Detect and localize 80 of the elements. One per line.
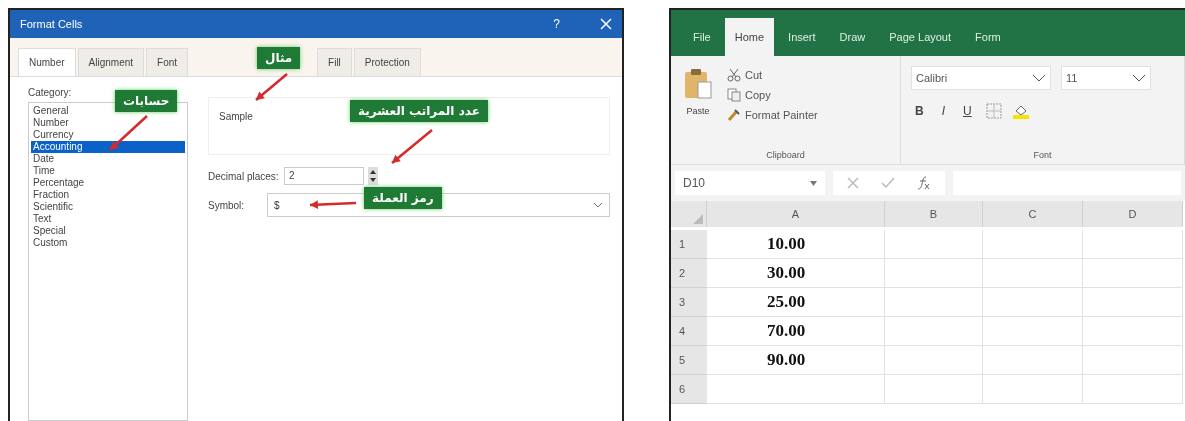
row-header[interactable]: 4 — [671, 317, 707, 346]
ribbon-tab[interactable]: Page Layout — [879, 18, 962, 56]
row-header[interactable]: 1 — [671, 230, 707, 259]
category-item[interactable]: Number — [31, 117, 185, 129]
ribbon-tab[interactable]: Draw — [829, 18, 876, 56]
annotation-arrow — [309, 200, 357, 209]
symbol-label: Symbol: — [208, 199, 246, 211]
column-header[interactable]: A — [707, 201, 885, 227]
italic-button[interactable]: I — [937, 102, 949, 120]
close-icon[interactable] — [600, 18, 612, 30]
caret-icon — [810, 180, 817, 186]
spinner-icon[interactable] — [368, 167, 378, 185]
caret-icon — [1132, 74, 1146, 82]
dialog-tab[interactable]: Alignment — [77, 48, 145, 76]
callout-label: مثال — [257, 47, 301, 69]
table-cell: 25.00 — [707, 288, 885, 317]
font-size-dropdown[interactable]: 11 — [1061, 66, 1151, 90]
callout-label: حسابات — [115, 90, 178, 112]
brush-icon — [727, 108, 741, 122]
bold-button[interactable]: B — [911, 102, 928, 120]
font-name-dropdown[interactable]: Calibri — [911, 66, 1051, 90]
cut-button[interactable]: Cut — [725, 66, 820, 84]
borders-icon[interactable] — [985, 103, 1002, 119]
group-label: Clipboard — [765, 150, 806, 160]
caret-icon — [1032, 74, 1046, 82]
format-painter-button[interactable]: Format Painter — [725, 106, 820, 124]
category-item[interactable]: Scientific — [31, 201, 185, 213]
category-item[interactable]: Percentage — [31, 177, 185, 189]
category-item[interactable]: Special — [31, 225, 185, 237]
dialog-tab[interactable]: Protection — [353, 48, 421, 76]
category-item[interactable]: Fraction — [31, 189, 185, 201]
dialog-tab[interactable]: Number — [18, 48, 76, 76]
underline-button[interactable]: U — [959, 102, 976, 120]
row-header[interactable]: 3 — [671, 288, 707, 317]
sample-label: Sample — [219, 111, 253, 122]
fill-color-icon[interactable] — [1011, 103, 1030, 119]
callout-label: عدد المراتب العشرية — [350, 100, 488, 122]
category-label: Category: — [28, 87, 73, 98]
ribbon-tab[interactable]: Form — [965, 18, 1011, 56]
group-label: Font — [1032, 150, 1053, 160]
dialog-tab[interactable]: Font — [146, 48, 189, 76]
table-cell: 90.00 — [707, 346, 885, 375]
cancel-icon[interactable] — [847, 177, 859, 189]
annotation-arrow — [255, 73, 288, 101]
ribbon-tab[interactable]: Home — [724, 18, 775, 56]
callout-label: رمز العملة — [364, 187, 442, 209]
column-header[interactable]: B — [885, 201, 983, 227]
checkmark-icon[interactable] — [881, 177, 895, 189]
paste-button[interactable]: Paste — [681, 66, 715, 150]
table-cell: 70.00 — [707, 317, 885, 346]
function-icon[interactable] — [917, 176, 931, 190]
column-header[interactable]: D — [1083, 201, 1183, 227]
row-header[interactable]: 5 — [671, 346, 707, 375]
copy-button[interactable]: Copy — [725, 86, 820, 104]
column-header[interactable]: C — [983, 201, 1083, 227]
category-item[interactable]: Time — [31, 165, 185, 177]
copy-icon — [727, 88, 741, 102]
ribbon-tab[interactable]: Insert — [778, 18, 826, 56]
dialog-tab[interactable]: Fill — [317, 48, 352, 76]
decimal-places-field[interactable]: 2 — [284, 167, 364, 185]
row-header[interactable]: 6 — [671, 375, 707, 404]
ribbon-tab[interactable]: File — [683, 18, 721, 56]
category-item[interactable]: Custom — [31, 237, 185, 249]
dropdown-caret-icon — [593, 202, 603, 208]
category-item[interactable]: Date — [31, 153, 185, 165]
category-item[interactable]: Currency — [31, 129, 185, 141]
table-cell: 10.00 — [707, 230, 885, 259]
category-item[interactable]: Accounting — [31, 141, 185, 153]
select-all-icon[interactable] — [693, 214, 703, 224]
scissors-icon — [727, 68, 741, 82]
annotation-arrow — [391, 129, 433, 164]
decimal-places-label: Decimal places: — [208, 170, 280, 182]
window-title: Format Cells — [20, 18, 84, 30]
annotation-arrow — [109, 115, 148, 151]
clipboard-icon — [683, 68, 713, 100]
row-header[interactable]: 2 — [671, 259, 707, 288]
help-button[interactable]: ? — [553, 17, 560, 31]
table-cell: 30.00 — [707, 259, 885, 288]
name-box[interactable]: D10 — [675, 171, 825, 195]
category-item[interactable]: Text — [31, 213, 185, 225]
